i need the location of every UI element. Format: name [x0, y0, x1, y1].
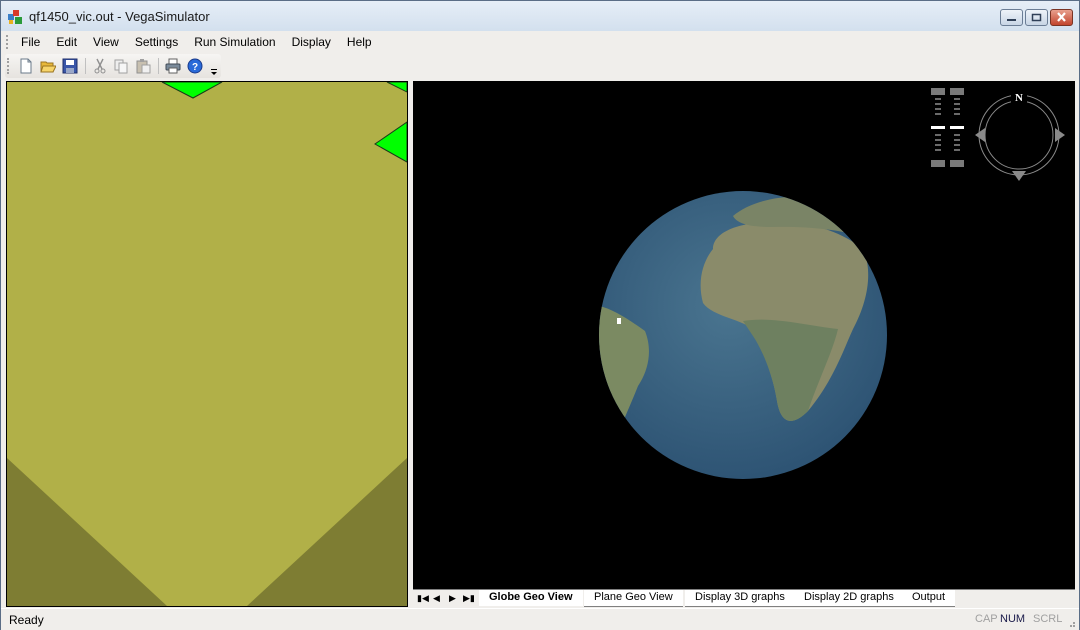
compass-north-label: N: [1015, 92, 1023, 104]
app-window: qf1450_vic.out - VegaSimulator File Edit…: [0, 0, 1080, 630]
globe-canvas: N: [599, 88, 1065, 479]
cut-icon[interactable]: [92, 58, 108, 74]
aircraft-marker[interactable]: [617, 318, 621, 324]
tab-globe-geo-view[interactable]: Globe Geo View: [479, 590, 583, 606]
menu-display[interactable]: Display: [284, 34, 339, 50]
toolbar-overflow-icon[interactable]: [210, 68, 218, 76]
menubar-grip[interactable]: [6, 35, 10, 49]
menu-run-simulation[interactable]: Run Simulation: [186, 34, 283, 50]
menu-edit[interactable]: Edit: [48, 34, 85, 50]
menu-view[interactable]: View: [85, 34, 127, 50]
menu-file[interactable]: File: [13, 34, 48, 50]
view-tabs: ▮◀ ◀ ▶ ▶▮ Globe Geo View Plane Geo View …: [413, 589, 1075, 607]
rotate-right-icon[interactable]: [1055, 128, 1065, 142]
menu-bar: File Edit View Settings Run Simulation D…: [1, 31, 1079, 53]
plane-map-view[interactable]: [6, 81, 408, 607]
window-title: qf1450_vic.out - VegaSimulator: [29, 9, 210, 24]
title-bar[interactable]: qf1450_vic.out - VegaSimulator: [1, 1, 1079, 31]
print-icon[interactable]: [165, 58, 181, 74]
zoom-slider[interactable]: [931, 88, 945, 167]
minimize-button[interactable]: [1000, 9, 1023, 26]
close-button[interactable]: [1050, 9, 1073, 26]
toolbar-separator: [158, 58, 159, 74]
globe-geo-view[interactable]: N: [413, 81, 1075, 589]
caps-lock-indicator: CAP: [975, 613, 998, 625]
scroll-lock-indicator: SCRL: [1033, 613, 1063, 625]
next-tab-icon[interactable]: ▶: [449, 593, 456, 604]
new-icon[interactable]: [18, 58, 34, 74]
minimize-icon: [1007, 19, 1016, 21]
paste-icon[interactable]: [135, 58, 151, 74]
globe[interactable]: [599, 191, 887, 479]
maximize-icon: [1031, 13, 1042, 22]
zoom-slider-thumb[interactable]: [931, 126, 945, 129]
last-tab-icon[interactable]: ▶▮: [463, 593, 475, 604]
rotate-left-icon[interactable]: [975, 128, 985, 142]
copy-icon[interactable]: [113, 58, 129, 74]
terrain-canvas: [7, 82, 407, 606]
pane-splitter[interactable]: [408, 81, 412, 605]
tab-plane-geo-view[interactable]: Plane Geo View: [584, 590, 683, 607]
menu-settings[interactable]: Settings: [127, 34, 186, 50]
status-text: Ready: [9, 613, 44, 627]
tilt-slider-thumb[interactable]: [950, 126, 964, 129]
toolbar: ?: [5, 54, 221, 78]
svg-text:?: ?: [192, 62, 198, 73]
tab-output[interactable]: Output: [902, 590, 956, 607]
tilt-slider[interactable]: [950, 88, 964, 167]
resize-grip-icon[interactable]: [1066, 618, 1076, 628]
save-icon[interactable]: [62, 58, 78, 74]
vega-app-icon: [8, 10, 22, 24]
num-lock-indicator: NUM: [1000, 613, 1026, 625]
toolbar-separator: [85, 58, 86, 74]
maximize-button[interactable]: [1025, 9, 1048, 26]
compass-down-icon[interactable]: [1012, 171, 1026, 181]
open-icon[interactable]: [40, 58, 56, 74]
status-bar: Ready CAP NUM SCRL: [1, 608, 1079, 630]
menu-help[interactable]: Help: [339, 34, 380, 50]
tab-display-3d-graphs[interactable]: Display 3D graphs: [685, 590, 795, 607]
close-icon: [1057, 12, 1066, 22]
toolbar-grip[interactable]: [7, 58, 11, 74]
compass[interactable]: N: [975, 91, 1065, 181]
first-tab-icon[interactable]: ▮◀: [417, 593, 429, 604]
tab-display-2d-graphs[interactable]: Display 2D graphs: [794, 590, 904, 607]
previous-tab-icon[interactable]: ◀: [433, 593, 440, 604]
help-icon[interactable]: ?: [187, 58, 203, 74]
